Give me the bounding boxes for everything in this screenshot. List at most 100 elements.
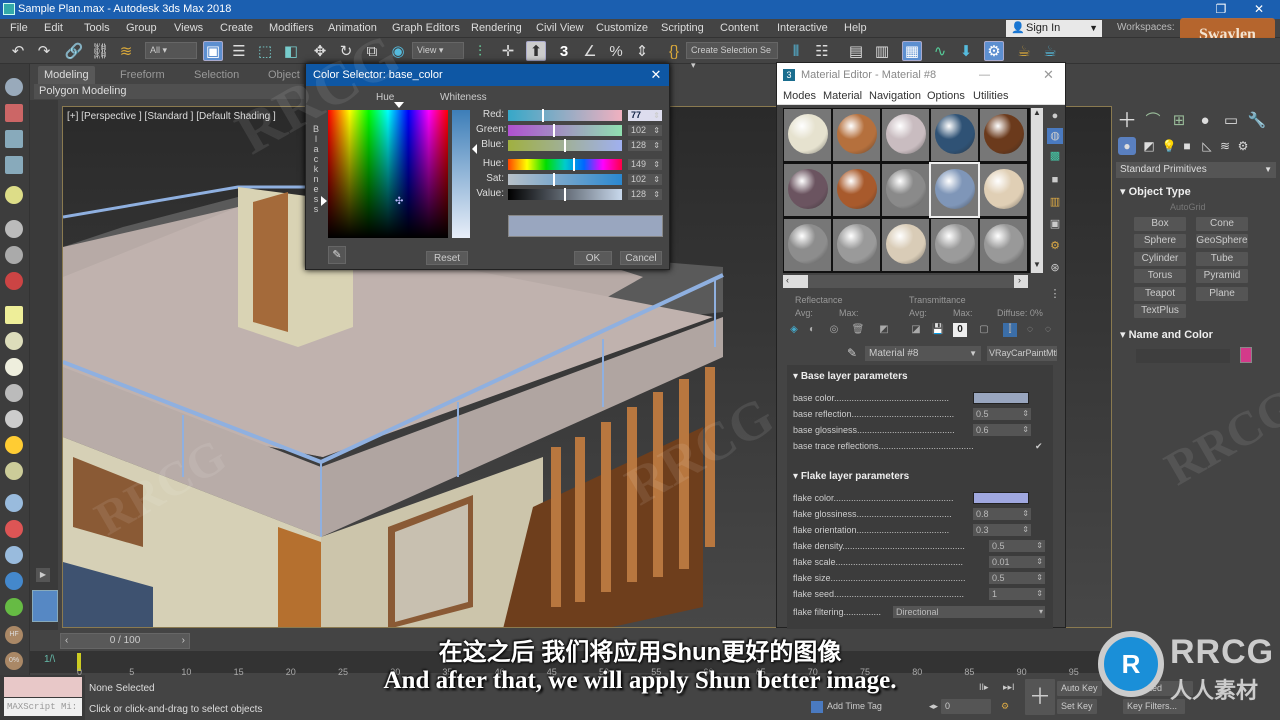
- flake-layer-rollout-header[interactable]: ▾ Flake layer parameters: [793, 471, 909, 482]
- menu-options[interactable]: Options: [927, 90, 965, 102]
- move-icon[interactable]: ✥: [310, 41, 330, 61]
- select-by-material-icon[interactable]: ⊛: [1047, 260, 1063, 276]
- table-icon[interactable]: [5, 156, 23, 174]
- torus-button[interactable]: Torus: [1134, 269, 1186, 283]
- make-preview-icon[interactable]: ▣: [1047, 216, 1063, 232]
- align-icon[interactable]: ☷: [812, 41, 832, 61]
- put-to-library-icon[interactable]: ◪: [909, 323, 923, 337]
- select-by-name-icon[interactable]: ☰: [229, 41, 249, 61]
- unlink-icon[interactable]: ⛓: [90, 41, 110, 61]
- menu-animation[interactable]: Animation: [328, 22, 377, 34]
- base-trace-reflections-checkbox[interactable]: ✔: [1035, 439, 1043, 453]
- close-icon[interactable]: ✕: [647, 64, 665, 86]
- add-time-tag-button[interactable]: Add Time Tag: [807, 699, 886, 714]
- material-slot[interactable]: [882, 219, 929, 271]
- close-icon[interactable]: ✕: [1043, 63, 1054, 87]
- material-slot[interactable]: [784, 109, 831, 161]
- systems-icon[interactable]: ⚙: [1234, 137, 1252, 155]
- hue-blackness-picker[interactable]: [328, 110, 448, 238]
- material-type-button[interactable]: VRayCarPaintMtl: [987, 346, 1057, 361]
- make-unique-icon[interactable]: ◩: [877, 323, 891, 337]
- material-id-channel-icon[interactable]: 0: [953, 323, 967, 337]
- select-manipulate-icon[interactable]: ✛: [498, 41, 518, 61]
- shapes-icon[interactable]: ◩: [1140, 137, 1158, 155]
- object-color-swatch[interactable]: [1240, 347, 1252, 363]
- green-value-input[interactable]: 102 ⇕: [628, 125, 662, 136]
- pick-material-eyedropper-icon[interactable]: ✎: [847, 346, 857, 360]
- menu-material[interactable]: Material: [823, 90, 862, 102]
- material-slot[interactable]: [931, 109, 978, 161]
- autogrid-checkbox[interactable]: AutoGrid: [1170, 202, 1206, 212]
- light-icon[interactable]: [5, 186, 23, 204]
- flake-color-swatch[interactable]: [973, 492, 1029, 504]
- menu-file[interactable]: File: [10, 22, 28, 34]
- minimize-icon[interactable]: —: [979, 63, 990, 87]
- space-warps-icon[interactable]: ≋: [1216, 137, 1234, 155]
- selection-filter-dropdown[interactable]: All ▾: [145, 42, 197, 59]
- slider-thumb[interactable]: [552, 173, 555, 186]
- slider-thumb[interactable]: [564, 139, 566, 152]
- window-crossing-icon[interactable]: ◧: [281, 41, 301, 61]
- sample-type-icon[interactable]: ●: [1047, 108, 1063, 124]
- motion-tab-icon[interactable]: ●: [1194, 110, 1216, 132]
- material-slot[interactable]: [980, 109, 1027, 161]
- green-slider[interactable]: [508, 124, 622, 137]
- material-slot[interactable]: [882, 164, 929, 216]
- slots-vertical-scrollbar[interactable]: ▲ ▼: [1031, 108, 1043, 273]
- eyedropper-icon[interactable]: ✎: [328, 246, 346, 264]
- pivot-center-icon[interactable]: ⫶: [470, 41, 490, 61]
- undo-icon[interactable]: ↶: [8, 41, 28, 61]
- blackness-pointer[interactable]: [321, 196, 327, 206]
- backlight-icon[interactable]: ◍: [1047, 128, 1063, 144]
- flake-scale-spinner[interactable]: 0.01 ⇕: [989, 556, 1045, 568]
- material-slot[interactable]: [833, 164, 880, 216]
- slider-thumb[interactable]: [564, 188, 566, 201]
- box-button[interactable]: Box: [1134, 217, 1186, 231]
- ribbon-subpanel[interactable]: Polygon Modeling: [34, 84, 304, 99]
- get-material-icon[interactable]: ◈: [787, 323, 801, 337]
- viewport-label[interactable]: [+] [Perspective ] [Standard ] [Default …: [67, 111, 276, 122]
- video-camera-icon[interactable]: [5, 272, 23, 290]
- blue-slider[interactable]: [508, 139, 622, 152]
- tab-freeform[interactable]: Freeform: [114, 66, 171, 84]
- mirror-icon[interactable]: ⫴: [786, 41, 806, 61]
- mesh-icon[interactable]: [5, 546, 23, 564]
- camera-icon[interactable]: [5, 220, 23, 238]
- dome-light-icon[interactable]: [5, 332, 23, 350]
- value-slider[interactable]: [508, 188, 622, 201]
- object-category-dropdown[interactable]: Standard Primitives ▼: [1116, 162, 1276, 178]
- material-editor-icon[interactable]: ⬇: [956, 41, 976, 61]
- menu-utilities[interactable]: Utilities: [973, 90, 1008, 102]
- cameras-icon[interactable]: ■: [1178, 137, 1196, 155]
- hue-value-input[interactable]: 149 ⇕: [628, 159, 662, 170]
- go-to-parent-icon[interactable]: ◌: [1023, 323, 1037, 337]
- menu-content[interactable]: Content: [720, 22, 759, 34]
- base-glossiness-spinner[interactable]: 0.6 ⇕: [973, 424, 1031, 436]
- teapot-light-icon[interactable]: [5, 384, 23, 402]
- plane-light-icon[interactable]: [5, 306, 23, 324]
- percent-snap-icon[interactable]: %: [606, 41, 626, 61]
- scroll-right-icon[interactable]: ›: [1014, 275, 1028, 288]
- material-slot[interactable]: [784, 164, 831, 216]
- scene-explorer-icon[interactable]: [5, 104, 23, 122]
- named-selection-dropdown[interactable]: Create Selection Se ▾: [686, 42, 778, 70]
- schematic-view-icon[interactable]: ∿: [930, 41, 950, 61]
- geosphere-button[interactable]: GeoSphere: [1196, 234, 1248, 248]
- save-icon[interactable]: 💾: [931, 323, 945, 337]
- scroll-left-icon[interactable]: ‹: [783, 275, 808, 288]
- base-color-swatch[interactable]: [973, 392, 1029, 404]
- lights-icon[interactable]: 💡: [1160, 137, 1178, 155]
- display-tab-icon[interactable]: ▭: [1220, 110, 1242, 132]
- menu-customize[interactable]: Customize: [596, 22, 648, 34]
- render-icon[interactable]: ☕: [1040, 41, 1060, 61]
- reset-map-icon[interactable]: 🗑: [851, 323, 865, 337]
- video-color-check-icon[interactable]: ▥: [1047, 194, 1063, 210]
- hue-pointer[interactable]: [394, 102, 404, 108]
- sphere-button[interactable]: Sphere: [1134, 234, 1186, 248]
- sun-icon[interactable]: [5, 436, 23, 454]
- sphere-light-icon[interactable]: [5, 358, 23, 376]
- tab-selection[interactable]: Selection: [188, 66, 245, 84]
- toggle-ribbon-icon[interactable]: ▥: [872, 41, 892, 61]
- menu-help[interactable]: Help: [844, 22, 867, 34]
- base-layer-rollout-header[interactable]: ▾ Base layer parameters: [793, 371, 908, 382]
